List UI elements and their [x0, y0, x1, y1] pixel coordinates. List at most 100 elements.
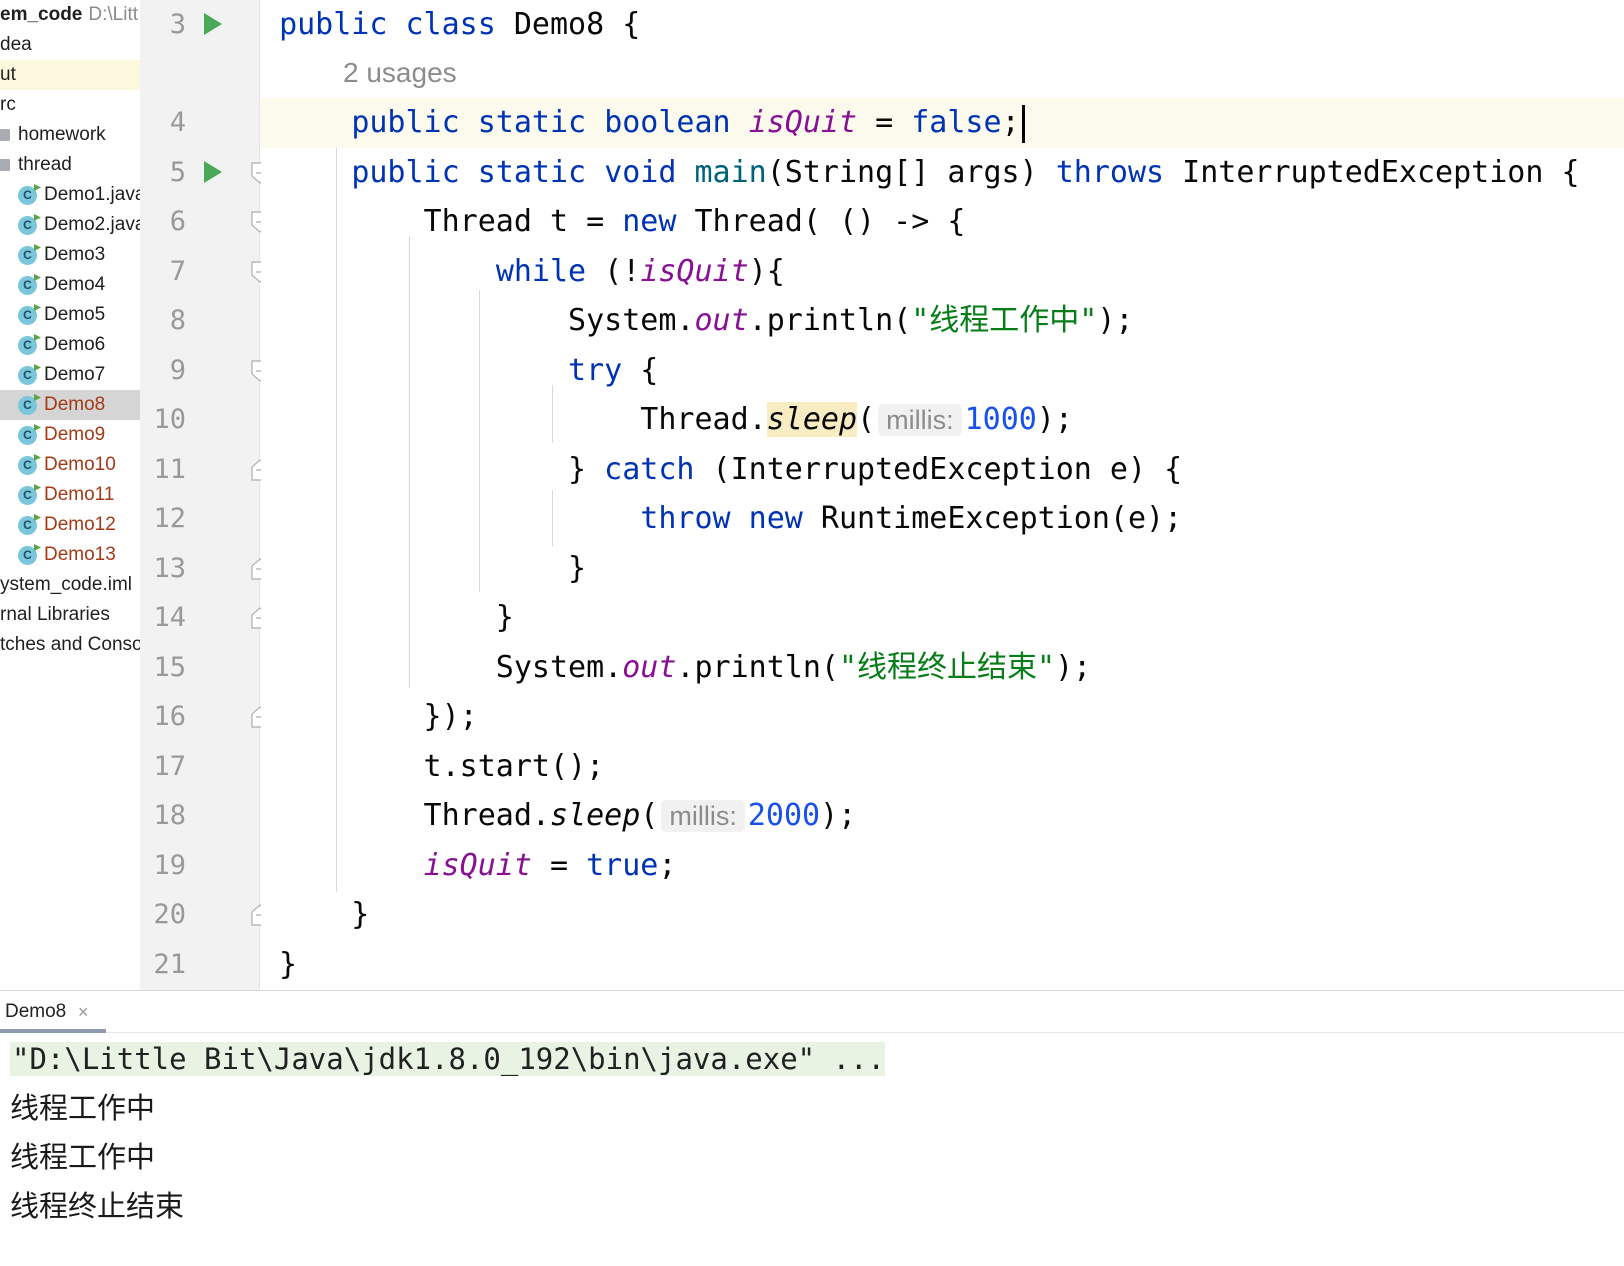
code-line-14[interactable]: } [261, 593, 1624, 643]
tree-item-demo1-java[interactable]: C Demo1.java [0, 180, 140, 210]
tree-item-thread[interactable]: thread [0, 150, 140, 180]
java-class-icon: C [18, 486, 37, 505]
code-line-20[interactable]: } [261, 890, 1624, 940]
param-hint-millis: millis: [661, 800, 745, 832]
usages-hint[interactable]: 2 usages [343, 48, 457, 98]
line-number[interactable]: 7 [140, 247, 186, 297]
project-tree: em_code D:\Litt dea ut rc homework thread C Dem… [0, 0, 140, 990]
editor-gutter: 3 4 5 6 7 8 9 10 11 12 13 14 15 16 17 18 19 20 21 [140, 0, 269, 990]
line-number[interactable]: 11 [140, 445, 186, 495]
tree-item-tches-and-conso[interactable]: tches and Conso [0, 630, 140, 660]
line-number[interactable]: 3 [140, 0, 186, 50]
code-line-3[interactable]: public class Demo8 { [261, 0, 1624, 50]
java-class-icon: C [18, 246, 37, 265]
java-class-icon: C [18, 396, 37, 415]
tree-item-label: dea [0, 34, 32, 55]
line-number[interactable]: 6 [140, 197, 186, 247]
java-class-icon: C [18, 426, 37, 445]
tree-item-label: rc [0, 94, 16, 115]
java-class-icon: C [18, 456, 37, 475]
code-line-5[interactable]: public static void main(String[] args) t… [261, 148, 1624, 198]
code-line-18[interactable]: Thread.sleep(millis: 2000); [261, 791, 1624, 841]
tree-item-demo6[interactable]: C Demo6 [0, 330, 140, 360]
tree-item-label: ystem_code.iml [0, 574, 132, 595]
java-class-icon: C [18, 276, 37, 295]
run-tab-demo8[interactable]: Demo8 × [0, 991, 106, 1033]
tree-item-label: Demo1.java [44, 184, 140, 205]
java-class-icon: C [18, 306, 37, 325]
tree-item-label: ut [0, 64, 16, 85]
line-number[interactable]: 18 [140, 791, 186, 841]
console-output-line: 线程终止结束 [10, 1189, 185, 1223]
code-line-16[interactable]: }); [261, 692, 1624, 742]
tree-item-demo9[interactable]: C Demo9 [0, 420, 140, 450]
code-line-15[interactable]: System.out.println("线程终止结束"); [261, 643, 1624, 693]
line-number[interactable]: 9 [140, 346, 186, 396]
tree-item-label: Demo9 [44, 424, 106, 445]
code-editor[interactable]: public class Demo8 { 2 usages public sta… [261, 0, 1624, 990]
code-line-13[interactable]: } [261, 544, 1624, 594]
text-caret [1021, 104, 1025, 143]
tree-item-ut[interactable]: ut [0, 60, 140, 90]
code-line-11[interactable]: } catch (InterruptedException e) { [261, 445, 1624, 495]
java-class-icon: C [18, 336, 37, 355]
line-number[interactable]: 4 [140, 98, 186, 148]
tree-item-rc[interactable]: rc [0, 90, 140, 120]
line-number[interactable]: 21 [140, 940, 186, 990]
tree-item-label: Demo10 [44, 454, 116, 475]
console-output-line: 线程工作中 [10, 1140, 156, 1174]
tree-item-label: tches and Conso [0, 634, 140, 655]
tree-item-label: homework [18, 124, 106, 145]
code-line-17[interactable]: t.start(); [261, 742, 1624, 792]
tree-item-label: Demo4 [44, 274, 106, 295]
code-line-10[interactable]: Thread.sleep(millis: 1000); [261, 395, 1624, 445]
line-number[interactable]: 17 [140, 742, 186, 792]
tree-item-rnal-libraries[interactable]: rnal Libraries [0, 600, 140, 630]
line-number[interactable]: 16 [140, 692, 186, 742]
tree-item-demo13[interactable]: C Demo13 [0, 540, 140, 570]
tree-item-label: Demo7 [44, 364, 106, 385]
line-number[interactable]: 20 [140, 890, 186, 940]
tree-item-demo5[interactable]: C Demo5 [0, 300, 140, 330]
tree-item-demo12[interactable]: C Demo12 [0, 510, 140, 540]
code-line-12[interactable]: throw new RuntimeException(e); [261, 494, 1624, 544]
run-tab-bar: Demo8 × [0, 991, 1624, 1033]
code-line-8[interactable]: System.out.println("线程工作中"); [261, 296, 1624, 346]
tree-item-demo2-java[interactable]: C Demo2.java [0, 210, 140, 240]
tree-item-label: Demo8 [44, 394, 106, 415]
tree-item-demo10[interactable]: C Demo10 [0, 450, 140, 480]
tree-item-demo11[interactable]: C Demo11 [0, 480, 140, 510]
line-number[interactable]: 5 [140, 148, 186, 198]
line-number[interactable]: 14 [140, 593, 186, 643]
code-line-6[interactable]: Thread t = new Thread( () -> { [261, 197, 1624, 247]
java-class-icon: C [18, 366, 37, 385]
tree-item-dea[interactable]: dea [0, 30, 140, 60]
run-gutter-icon[interactable] [204, 13, 222, 35]
tree-item-demo4[interactable]: C Demo4 [0, 270, 140, 300]
line-number[interactable]: 8 [140, 296, 186, 346]
line-number[interactable]: 13 [140, 544, 186, 594]
project-root-path: D:\Litt [88, 4, 138, 25]
tree-item-label: Demo2.java [44, 214, 140, 235]
code-line-21[interactable]: } [261, 940, 1624, 990]
tree-item-demo8[interactable]: C Demo8 [0, 390, 140, 420]
run-gutter-icon[interactable] [204, 161, 222, 183]
tree-item-label: Demo3 [44, 244, 106, 265]
tree-item-homework[interactable]: homework [0, 120, 140, 150]
project-root-row[interactable]: em_code D:\Litt [0, 0, 140, 30]
tree-item-ystem-code-iml[interactable]: ystem_code.iml [0, 570, 140, 600]
tree-item-label: Demo12 [44, 514, 116, 535]
tree-item-demo7[interactable]: C Demo7 [0, 360, 140, 390]
line-number[interactable]: 10 [140, 395, 186, 445]
line-number[interactable]: 12 [140, 494, 186, 544]
code-line-9[interactable]: try { [261, 346, 1624, 396]
line-number[interactable]: 15 [140, 643, 186, 693]
line-number[interactable]: 19 [140, 841, 186, 891]
close-icon[interactable]: × [78, 991, 89, 1033]
code-line-7[interactable]: while (!isQuit){ [261, 247, 1624, 297]
code-line-4[interactable]: public static boolean isQuit = false; [261, 98, 1624, 148]
code-line-19[interactable]: isQuit = true; [261, 841, 1624, 891]
tree-item-demo3[interactable]: C Demo3 [0, 240, 140, 270]
tree-item-label: thread [18, 154, 72, 175]
java-class-icon: C [18, 516, 37, 535]
